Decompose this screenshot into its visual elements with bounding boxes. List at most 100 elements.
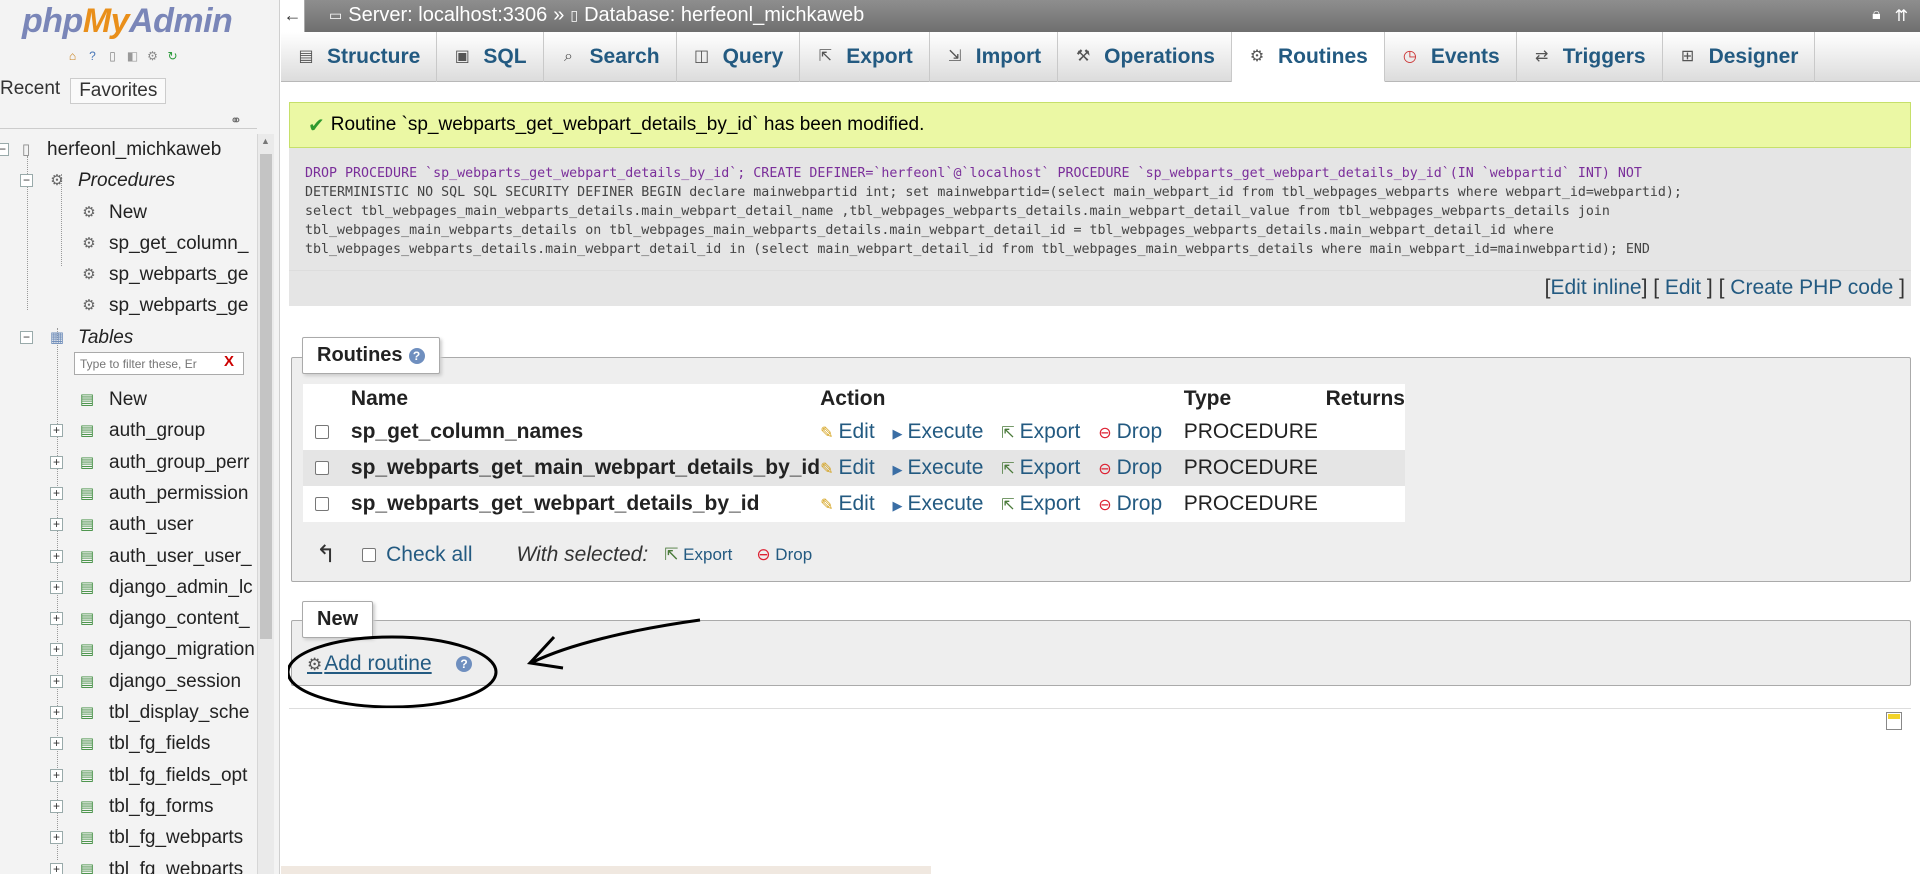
drop-action[interactable]: ⊖ Drop xyxy=(1098,492,1162,515)
expand-icon[interactable]: + xyxy=(50,612,63,626)
table-icon: ▤ xyxy=(79,641,95,659)
tree-table-item[interactable]: + ▤ auth_user xyxy=(0,509,257,540)
reload-icon[interactable]: ↻ xyxy=(164,48,181,65)
tree-table-new[interactable]: ▤ New xyxy=(0,384,257,415)
tree-tables-node[interactable]: − ▦ Tables xyxy=(0,322,257,353)
tab-search[interactable]: ⌕ Search xyxy=(544,32,677,82)
tree-procedure-item[interactable]: ⚙ sp_webparts_ge xyxy=(0,259,257,290)
breadcrumb-server[interactable]: Server: localhost:3306 xyxy=(348,4,547,27)
collapse-icon[interactable]: − xyxy=(0,143,9,156)
collapse-icon[interactable]: − xyxy=(20,330,33,344)
scroll-up-icon[interactable]: ▲ xyxy=(261,136,270,146)
link-collapse-icon[interactable]: ⚭ xyxy=(230,112,242,129)
tree-table-item[interactable]: + ▤ auth_permission xyxy=(0,478,257,509)
execute-action[interactable]: ▶ Execute xyxy=(893,420,984,443)
console-icon[interactable] xyxy=(1886,712,1902,730)
bulk-drop-button[interactable]: ⊖ Drop xyxy=(756,545,812,565)
export-action[interactable]: ⇱ Export xyxy=(1001,420,1080,443)
database-tree: − ▯ herfeonl_michkaweb − ⚙ Procedures ⚙ … xyxy=(0,134,257,874)
tab-structure[interactable]: ▤ Structure xyxy=(281,32,438,82)
collapse-icon[interactable]: − xyxy=(20,174,33,188)
nav-scrollbar[interactable]: ▲ xyxy=(257,134,274,874)
lock-icon[interactable]: 🔒︎ xyxy=(1872,6,1881,26)
tree-table-item[interactable]: + ▤ django_admin_lc xyxy=(0,572,257,603)
tab-triggers[interactable]: ⇄ Triggers xyxy=(1517,32,1663,82)
phpmyadmin-logo[interactable]: phpMyAdmin xyxy=(22,2,233,41)
tree-table-item[interactable]: + ▤ django_content_ xyxy=(0,603,257,634)
drop-action[interactable]: ⊖ Drop xyxy=(1098,420,1162,443)
tree-table-item[interactable]: + ▤ tbl_fg_forms xyxy=(0,791,257,822)
expand-icon[interactable]: + xyxy=(50,768,63,782)
tree-table-item[interactable]: + ▤ auth_group xyxy=(0,415,257,446)
tree-procedure-item[interactable]: ⚙ sp_webparts_ge xyxy=(0,290,257,321)
tree-procedure-new[interactable]: ⚙ New xyxy=(0,197,257,228)
tree-table-item[interactable]: + ▤ tbl_fg_fields_opt xyxy=(0,760,257,791)
row-checkbox[interactable] xyxy=(315,425,329,440)
home-icon[interactable]: ⌂ xyxy=(64,48,81,65)
recent-tab[interactable]: Recent xyxy=(0,78,68,104)
tab-import[interactable]: ⇲ Import xyxy=(930,32,1059,82)
edit-action[interactable]: ✎ Edit xyxy=(820,456,875,479)
collapse-up-icon[interactable]: ⇈ xyxy=(1895,6,1908,26)
sql-window-icon[interactable]: ◧ xyxy=(124,48,141,65)
expand-icon[interactable]: + xyxy=(50,862,63,874)
tab-events[interactable]: ◷ Events xyxy=(1385,32,1517,82)
check-all-checkbox[interactable] xyxy=(362,547,377,562)
expand-icon[interactable]: + xyxy=(50,643,63,657)
tab-designer[interactable]: ⊞ Designer xyxy=(1663,32,1816,82)
tree-procedures-node[interactable]: − ⚙ Procedures xyxy=(0,165,257,196)
tree-table-item[interactable]: + ▤ tbl_fg_webparts xyxy=(0,822,257,853)
edit-link[interactable]: Edit xyxy=(1665,276,1701,299)
tree-table-item[interactable]: + ▤ tbl_fg_fields xyxy=(0,728,257,759)
collapse-nav-icon[interactable]: ← xyxy=(281,0,305,32)
check-all-label[interactable]: Check all xyxy=(386,543,472,567)
execute-action[interactable]: ▶ Execute xyxy=(893,492,984,515)
bulk-export-button[interactable]: ⇱ Export xyxy=(664,545,732,565)
clear-filter-icon[interactable]: X xyxy=(224,353,234,370)
create-php-code-link[interactable]: Create PHP code xyxy=(1730,276,1893,299)
expand-icon[interactable]: + xyxy=(50,580,63,594)
expand-icon[interactable]: + xyxy=(50,737,63,751)
tree-db-node[interactable]: − ▯ herfeonl_michkaweb xyxy=(0,134,257,165)
scroll-thumb[interactable] xyxy=(260,154,272,639)
tree-table-item[interactable]: + ▤ auth_group_perr xyxy=(0,447,257,478)
export-action[interactable]: ⇱ Export xyxy=(1001,456,1080,479)
edit-action[interactable]: ✎ Edit xyxy=(820,492,875,515)
expand-icon[interactable]: + xyxy=(50,674,63,688)
export-action[interactable]: ⇱ Export xyxy=(1001,492,1080,515)
expand-icon[interactable]: + xyxy=(50,831,63,845)
edit-inline-link[interactable]: Edit inline xyxy=(1551,276,1642,299)
table-filter-input[interactable] xyxy=(74,352,244,375)
breadcrumb-database[interactable]: Database: herfeonl_michkaweb xyxy=(584,4,864,27)
table-icon: ▤ xyxy=(79,610,95,628)
tree-table-item[interactable]: + ▤ django_session xyxy=(0,666,257,697)
help-icon[interactable]: ? xyxy=(84,48,101,65)
expand-icon[interactable]: + xyxy=(50,424,63,438)
edit-action[interactable]: ✎ Edit xyxy=(820,420,875,443)
settings-icon[interactable]: ⚙ xyxy=(144,48,161,65)
tree-table-item[interactable]: + ▤ django_migration xyxy=(0,634,257,665)
expand-icon[interactable]: + xyxy=(50,455,63,469)
expand-icon[interactable]: + xyxy=(50,549,63,563)
tree-table-item[interactable]: + ▤ tbl_fg_webparts_ xyxy=(0,854,257,874)
execute-action[interactable]: ▶ Execute xyxy=(893,456,984,479)
tab-operations[interactable]: ⚒ Operations xyxy=(1058,32,1232,82)
favorites-tab[interactable]: Favorites xyxy=(70,78,167,104)
tree-table-item[interactable]: + ▤ auth_user_user_ xyxy=(0,541,257,572)
tree-procedure-item[interactable]: ⚙ sp_get_column_ xyxy=(0,228,257,259)
routines-icon: ⚙ xyxy=(1249,47,1265,65)
expand-icon[interactable]: + xyxy=(50,799,63,813)
tab-sql[interactable]: ▣ SQL xyxy=(437,32,544,82)
help-icon[interactable]: ? xyxy=(408,347,425,364)
tree-table-item[interactable]: + ▤ tbl_display_sche xyxy=(0,697,257,728)
expand-icon[interactable]: + xyxy=(50,706,63,720)
expand-icon[interactable]: + xyxy=(50,518,63,532)
tab-query[interactable]: ◫ Query xyxy=(677,32,801,82)
row-checkbox[interactable] xyxy=(315,497,329,512)
row-checkbox[interactable] xyxy=(315,461,329,476)
docs-icon[interactable]: ▯ xyxy=(104,48,121,65)
drop-action[interactable]: ⊖ Drop xyxy=(1098,456,1162,479)
tab-export[interactable]: ⇱ Export xyxy=(800,32,930,82)
tab-routines[interactable]: ⚙ Routines xyxy=(1231,32,1385,82)
expand-icon[interactable]: + xyxy=(50,486,63,500)
